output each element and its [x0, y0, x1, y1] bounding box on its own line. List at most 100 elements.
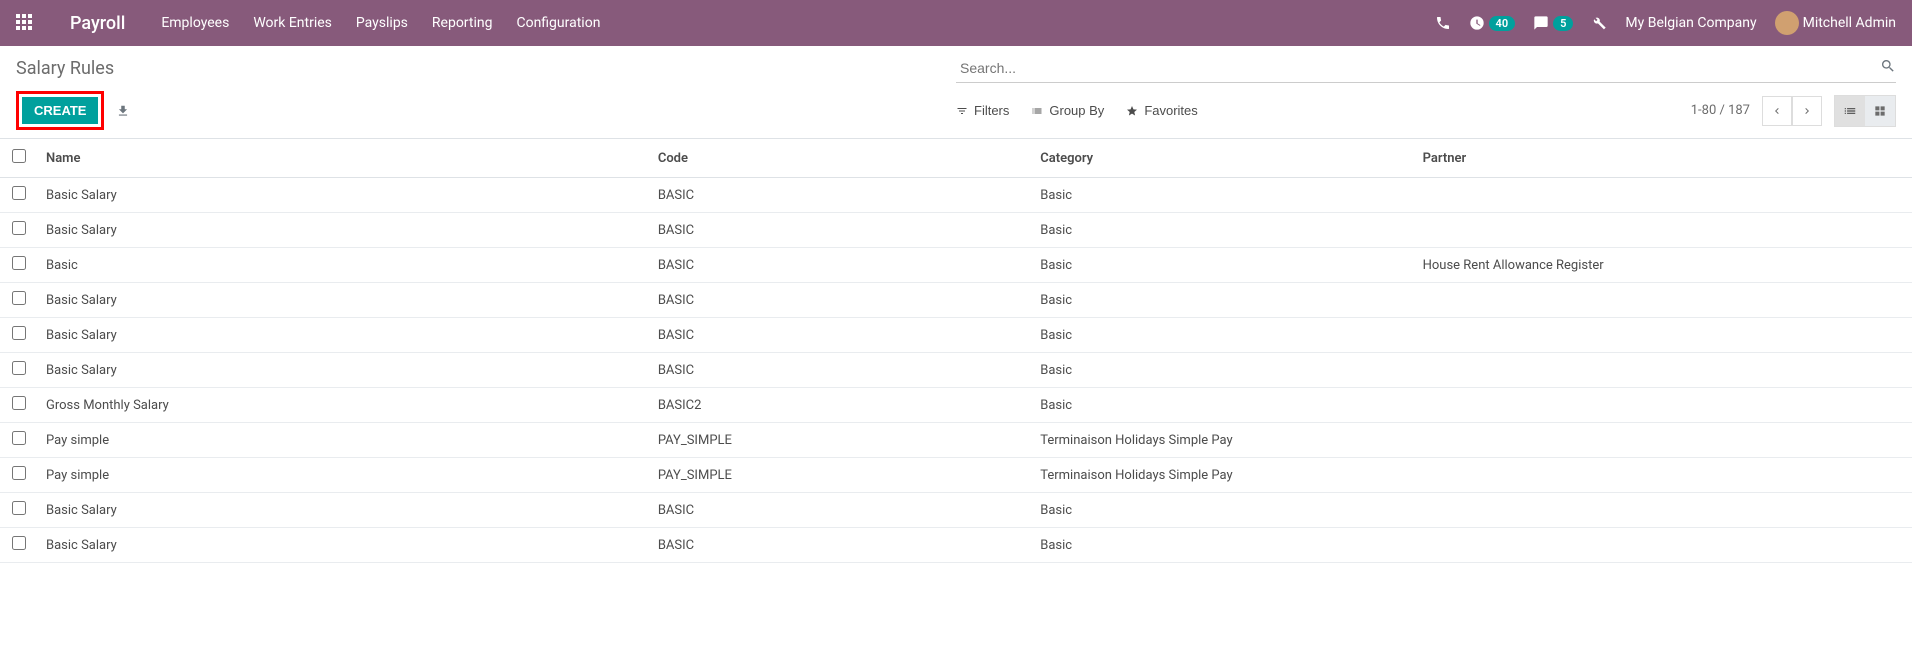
nav-reporting[interactable]: Reporting — [432, 15, 493, 31]
chat-icon — [1533, 15, 1549, 31]
table-row[interactable]: Gross Monthly Salary BASIC2 Basic — [0, 388, 1912, 423]
cell-name: Basic Salary — [38, 493, 650, 528]
cell-category: Basic — [1032, 318, 1414, 353]
row-checkbox[interactable] — [12, 536, 26, 550]
cell-code: PAY_SIMPLE — [650, 423, 1032, 458]
cell-category: Terminaison Holidays Simple Pay — [1032, 423, 1414, 458]
row-checkbox[interactable] — [12, 431, 26, 445]
table-header-row: Name Code Category Partner — [0, 139, 1912, 178]
kanban-view-icon — [1873, 104, 1887, 118]
col-header-partner[interactable]: Partner — [1415, 139, 1912, 178]
page-prev-button[interactable] — [1762, 96, 1792, 126]
search-input[interactable] — [956, 54, 1896, 83]
download-icon — [116, 104, 130, 118]
cell-partner — [1415, 493, 1912, 528]
messages-menu[interactable]: 5 — [1533, 15, 1573, 31]
company-switcher[interactable]: My Belgian Company — [1625, 15, 1756, 31]
cell-category: Basic — [1032, 283, 1414, 318]
cell-code: PAY_SIMPLE — [650, 458, 1032, 493]
debug-menu[interactable] — [1591, 15, 1607, 31]
app-brand[interactable]: Payroll — [70, 13, 125, 34]
create-highlight: CREATE — [16, 91, 104, 130]
nav-payslips[interactable]: Payslips — [356, 15, 408, 31]
search-icon — [1880, 58, 1896, 74]
activities-badge: 40 — [1489, 16, 1516, 31]
cell-name: Basic Salary — [38, 283, 650, 318]
table-row[interactable]: Basic Salary BASIC Basic — [0, 178, 1912, 213]
cell-category: Basic — [1032, 493, 1414, 528]
search-button[interactable] — [1880, 58, 1896, 74]
kanban-view-button[interactable] — [1865, 96, 1895, 126]
table-row[interactable]: Basic BASIC Basic House Rent Allowance R… — [0, 248, 1912, 283]
nav-configuration[interactable]: Configuration — [516, 15, 600, 31]
groupby-label: Group By — [1049, 103, 1104, 118]
cell-name: Basic Salary — [38, 528, 650, 563]
row-checkbox[interactable] — [12, 396, 26, 410]
cell-code: BASIC — [650, 213, 1032, 248]
col-header-code[interactable]: Code — [650, 139, 1032, 178]
groupby-button[interactable]: Group By — [1031, 95, 1104, 127]
nav-work-entries[interactable]: Work Entries — [253, 15, 332, 31]
col-header-category[interactable]: Category — [1032, 139, 1414, 178]
row-checkbox[interactable] — [12, 326, 26, 340]
export-button[interactable] — [112, 100, 134, 122]
cell-category: Basic — [1032, 353, 1414, 388]
cell-name: Basic Salary — [38, 353, 650, 388]
main-navbar: Payroll Employees Work Entries Payslips … — [0, 0, 1912, 46]
row-checkbox[interactable] — [12, 501, 26, 515]
cell-name: Pay simple — [38, 458, 650, 493]
table-container[interactable]: Name Code Category Partner Basic Salary … — [0, 138, 1912, 672]
create-button[interactable]: CREATE — [22, 97, 98, 124]
filters-button[interactable]: Filters — [956, 95, 1009, 127]
cell-partner — [1415, 423, 1912, 458]
user-menu[interactable]: Mitchell Admin — [1775, 11, 1896, 35]
table-row[interactable]: Basic Salary BASIC Basic — [0, 213, 1912, 248]
cell-partner — [1415, 213, 1912, 248]
select-all-checkbox[interactable] — [12, 149, 26, 163]
cell-name: Gross Monthly Salary — [38, 388, 650, 423]
cell-category: Basic — [1032, 388, 1414, 423]
avatar — [1775, 11, 1799, 35]
page-info[interactable]: 1-80 / 187 — [1691, 103, 1750, 118]
row-checkbox[interactable] — [12, 221, 26, 235]
row-checkbox[interactable] — [12, 361, 26, 375]
cell-partner — [1415, 528, 1912, 563]
favorites-label: Favorites — [1144, 103, 1197, 118]
row-checkbox[interactable] — [12, 256, 26, 270]
clock-icon — [1469, 15, 1485, 31]
table-row[interactable]: Basic Salary BASIC Basic — [0, 318, 1912, 353]
list-icon — [1031, 105, 1043, 117]
cell-partner — [1415, 283, 1912, 318]
phone-menu[interactable] — [1435, 15, 1451, 31]
cell-name: Basic Salary — [38, 213, 650, 248]
table-row[interactable]: Pay simple PAY_SIMPLE Terminaison Holida… — [0, 458, 1912, 493]
cell-partner — [1415, 458, 1912, 493]
phone-icon — [1435, 15, 1451, 31]
filter-icon — [956, 105, 968, 117]
user-name: Mitchell Admin — [1803, 15, 1896, 31]
row-checkbox[interactable] — [12, 186, 26, 200]
apps-icon[interactable] — [16, 14, 34, 32]
filters-label: Filters — [974, 103, 1009, 118]
table-row[interactable]: Pay simple PAY_SIMPLE Terminaison Holida… — [0, 423, 1912, 458]
row-checkbox[interactable] — [12, 466, 26, 480]
list-view-button[interactable] — [1835, 96, 1865, 126]
cell-code: BASIC — [650, 318, 1032, 353]
page-next-button[interactable] — [1792, 96, 1822, 126]
table-row[interactable]: Basic Salary BASIC Basic — [0, 353, 1912, 388]
cell-code: BASIC — [650, 528, 1032, 563]
messages-badge: 5 — [1553, 16, 1573, 31]
nav-employees[interactable]: Employees — [161, 15, 229, 31]
breadcrumb: Salary Rules — [16, 58, 114, 79]
table-row[interactable]: Basic Salary BASIC Basic — [0, 528, 1912, 563]
cell-code: BASIC — [650, 248, 1032, 283]
chevron-right-icon — [1801, 105, 1813, 117]
table-row[interactable]: Basic Salary BASIC Basic — [0, 283, 1912, 318]
row-checkbox[interactable] — [12, 291, 26, 305]
favorites-button[interactable]: Favorites — [1126, 95, 1197, 127]
activities-menu[interactable]: 40 — [1469, 15, 1516, 31]
cell-category: Basic — [1032, 213, 1414, 248]
cell-code: BASIC — [650, 178, 1032, 213]
table-row[interactable]: Basic Salary BASIC Basic — [0, 493, 1912, 528]
col-header-name[interactable]: Name — [38, 139, 650, 178]
